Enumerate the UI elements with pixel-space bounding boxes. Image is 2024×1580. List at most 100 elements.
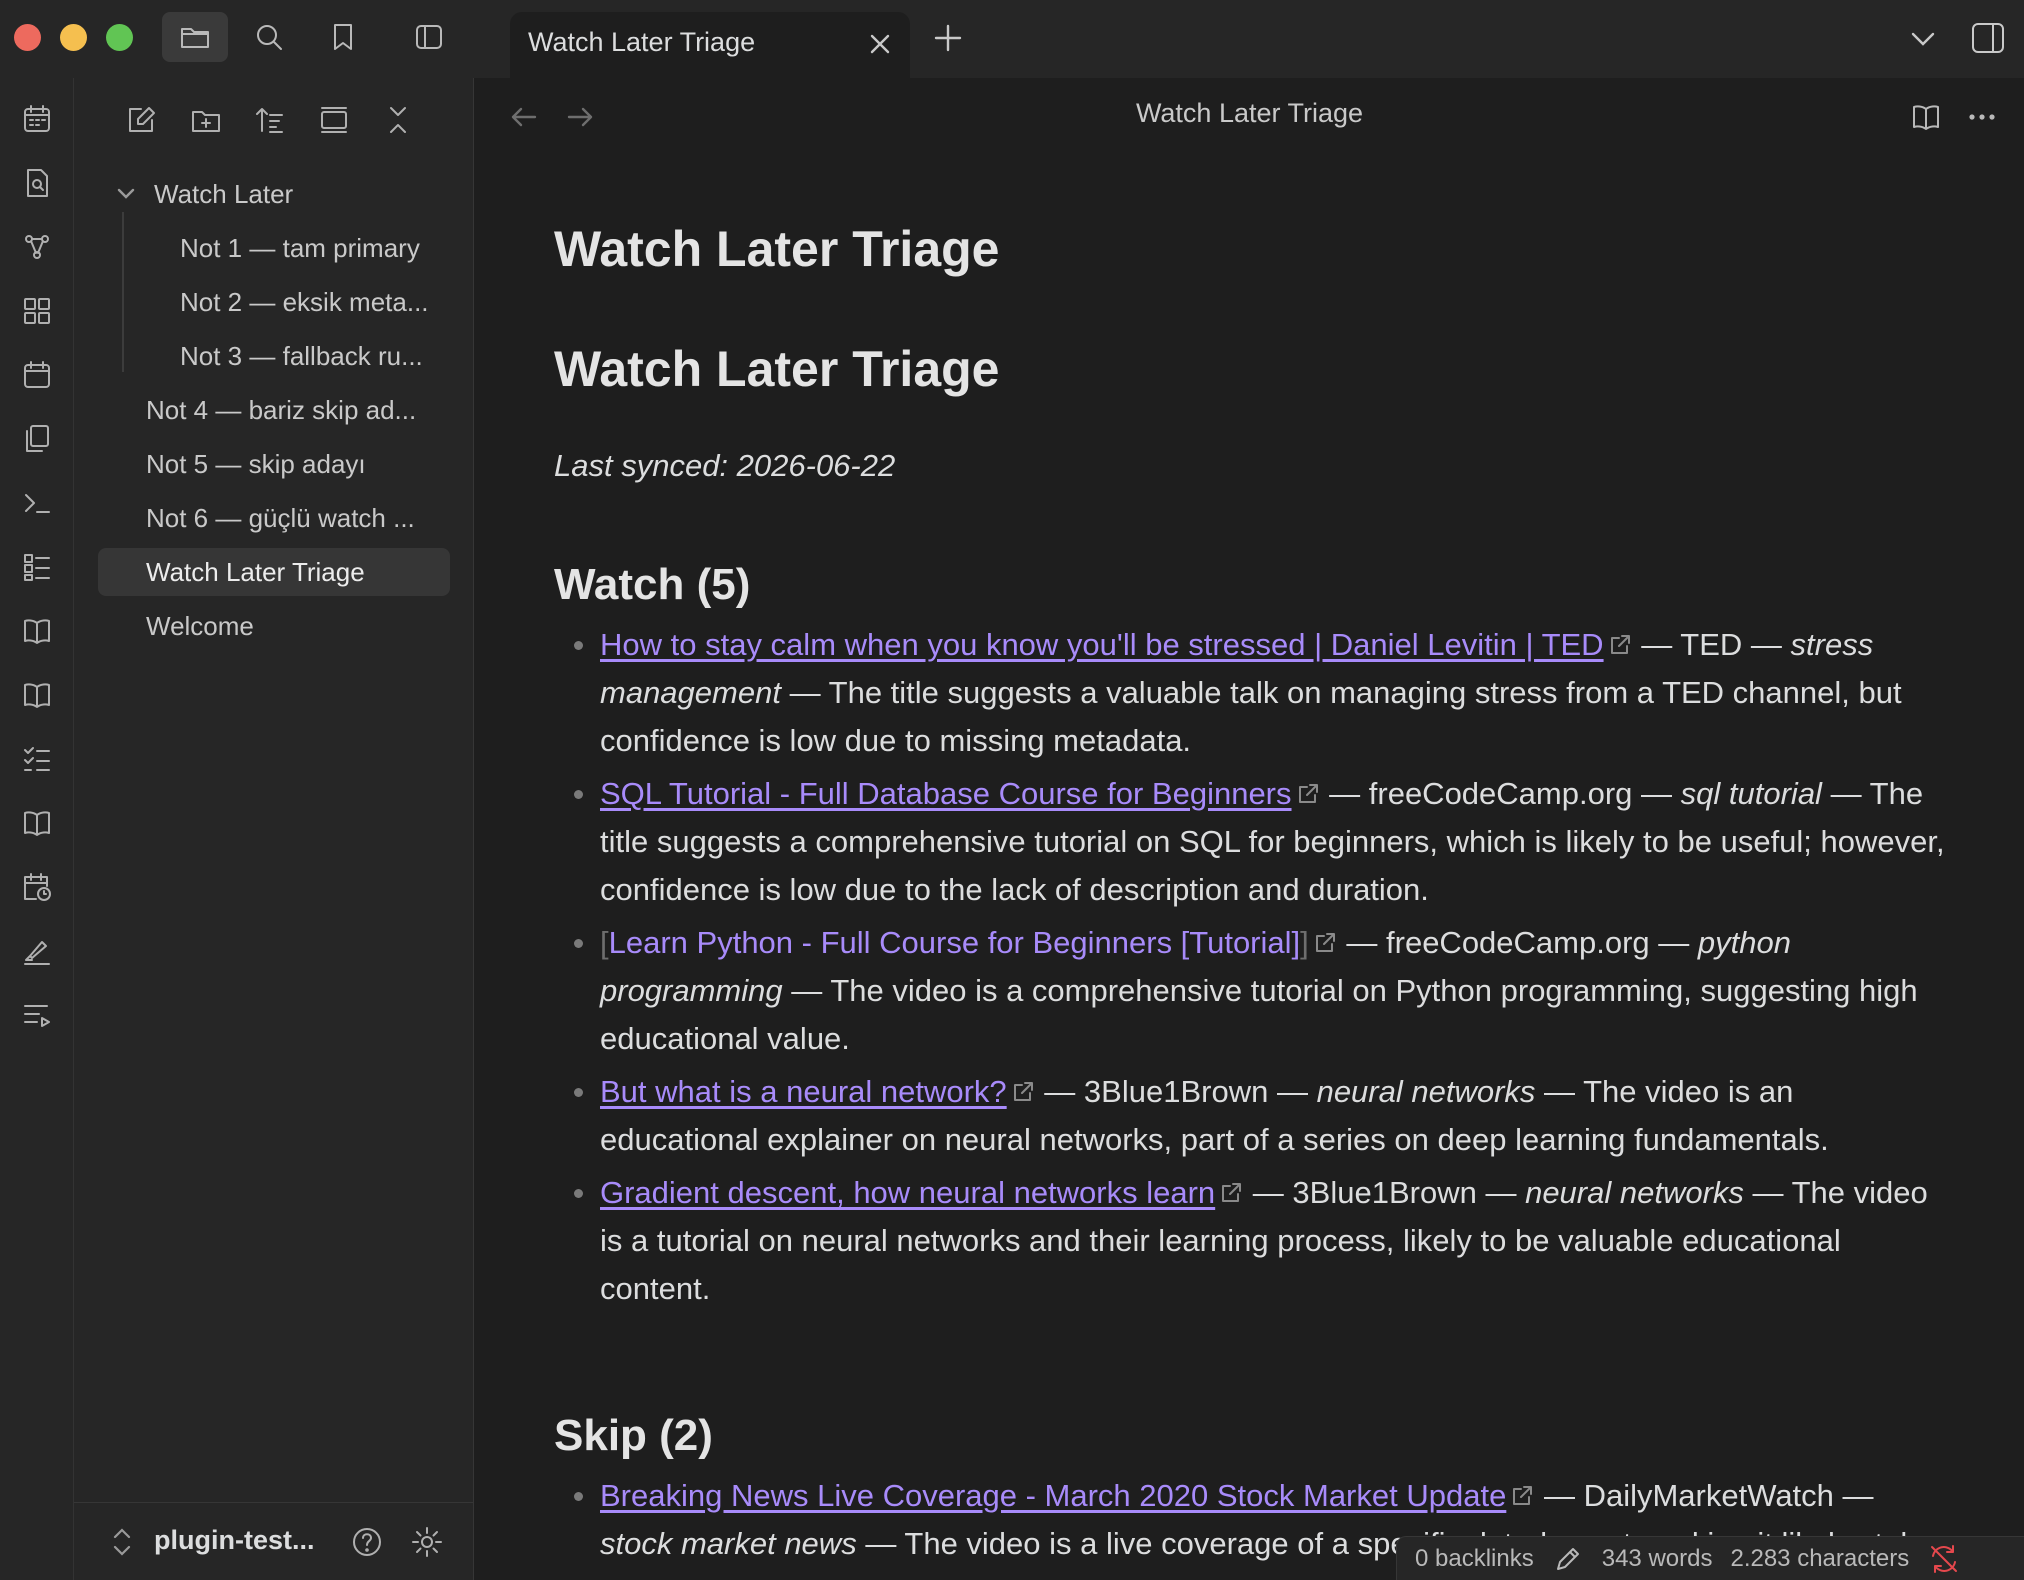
left-sidebar-toggle-icon[interactable] xyxy=(396,12,462,62)
video-link[interactable]: SQL Tutorial - Full Database Course for … xyxy=(600,776,1292,811)
separator: — xyxy=(1044,1074,1076,1109)
calendar-icon[interactable] xyxy=(10,350,64,400)
external-link-icon xyxy=(1010,1071,1036,1101)
tab-list-chevron-icon[interactable] xyxy=(1906,24,1940,54)
tree-item-not-4[interactable]: Not 4 — bariz skip ad... xyxy=(98,386,450,434)
pencil-icon[interactable] xyxy=(1552,1543,1584,1575)
tree-item-label: Watch Later Triage xyxy=(146,556,365,587)
separator: — xyxy=(1750,627,1782,662)
vault-switcher-bar: plugin-test... xyxy=(74,1502,474,1580)
video-link[interactable]: Learn Python - Full Course for Beginners… xyxy=(609,925,1301,960)
note-heading-1: Watch Later Triage xyxy=(554,341,1000,397)
tree-item-label: Not 2 — eksik meta... xyxy=(180,286,429,317)
tree-item-label: Not 3 — fallback ru... xyxy=(180,340,423,371)
separator: — xyxy=(1752,1175,1784,1210)
file-explorer-toolbar xyxy=(120,98,420,148)
command-palette-icon[interactable] xyxy=(10,478,64,528)
tree-item-not-6[interactable]: Not 6 — güçlü watch ... xyxy=(98,494,450,542)
new-tab-icon[interactable] xyxy=(930,20,966,56)
last-synced-text: Last synced: 2026-06-22 xyxy=(554,448,896,483)
outline-list-icon[interactable] xyxy=(10,542,64,592)
video-link[interactable]: How to stay calm when you know you'll be… xyxy=(600,627,1604,662)
more-options-icon[interactable] xyxy=(1961,96,2003,138)
channel-name: freeCodeCamp.org xyxy=(1368,776,1633,811)
folder-watch-later[interactable]: Watch Later xyxy=(98,170,450,218)
separator: — xyxy=(789,675,821,710)
video-link[interactable]: Gradient descent, how neural networks le… xyxy=(600,1175,1215,1210)
bookmark-icon[interactable] xyxy=(310,12,376,62)
view-header-title[interactable]: Watch Later Triage xyxy=(475,98,2024,129)
templates-icon[interactable] xyxy=(10,414,64,464)
external-link-icon xyxy=(1218,1172,1244,1202)
inline-title[interactable]: Watch Later Triage xyxy=(554,214,1954,284)
calendar-clock-icon[interactable] xyxy=(10,862,64,912)
video-link[interactable]: But what is a neural network? xyxy=(600,1074,1007,1109)
graph-view-icon[interactable] xyxy=(10,222,64,272)
highlighter-icon[interactable] xyxy=(10,926,64,976)
watch-section-heading: Watch (5) xyxy=(554,560,751,609)
playlist-icon[interactable] xyxy=(10,990,64,1040)
tree-item-label: Watch Later xyxy=(154,178,294,209)
search-file-icon[interactable] xyxy=(10,158,64,208)
tree-item-not-5[interactable]: Not 5 — skip adayı xyxy=(98,440,450,488)
ribbon xyxy=(0,78,74,1580)
sync-error-icon[interactable] xyxy=(1927,1542,1961,1576)
video-link[interactable]: Breaking News Live Coverage - March 2020… xyxy=(600,1478,1506,1513)
backlinks-count[interactable]: 0 backlinks xyxy=(1415,1545,1534,1573)
character-count: 2.283 characters xyxy=(1730,1544,1910,1572)
tree-item-not-3[interactable]: Not 3 — fallback ru... xyxy=(98,332,450,380)
status-bar: 0 backlinks 343 words 2.283 characters xyxy=(1396,1536,2024,1580)
separator: — xyxy=(1329,776,1361,811)
new-note-icon[interactable] xyxy=(120,98,164,142)
tree-item-not-2[interactable]: Not 2 — eksik meta... xyxy=(98,278,450,326)
task-list-icon[interactable] xyxy=(10,734,64,784)
new-folder-icon[interactable] xyxy=(184,98,228,142)
reading-view-icon[interactable] xyxy=(10,670,64,720)
zoom-window-button[interactable] xyxy=(106,24,133,51)
editor-view: Watch Later Triage Watch Later Triage Wa… xyxy=(475,78,2024,1580)
vault-name[interactable]: plugin-test... xyxy=(154,1525,314,1556)
collapse-all-icon[interactable] xyxy=(376,98,420,142)
external-link-icon xyxy=(1607,624,1633,654)
close-tab-icon[interactable] xyxy=(864,28,896,60)
book-open-icon[interactable] xyxy=(10,606,64,656)
separator: — xyxy=(1830,776,1862,811)
minimize-window-button[interactable] xyxy=(60,24,87,51)
book-icon[interactable] xyxy=(10,798,64,848)
chevron-up-down-icon[interactable] xyxy=(108,1525,136,1559)
chevron-down-icon[interactable] xyxy=(106,178,146,210)
close-window-button[interactable] xyxy=(14,24,41,51)
tree-item-label: Not 1 — tam primary xyxy=(180,232,420,263)
right-sidebar-toggle-icon[interactable] xyxy=(1968,18,2008,58)
reading-mode-icon[interactable] xyxy=(1905,96,1947,138)
separator: — xyxy=(791,973,823,1008)
separator: — xyxy=(1641,776,1673,811)
gear-icon[interactable] xyxy=(406,1521,448,1563)
tree-item-watch-later-triage[interactable]: Watch Later Triage xyxy=(98,548,450,596)
topic: neural networks xyxy=(1316,1074,1536,1109)
sort-order-icon[interactable] xyxy=(248,98,292,142)
external-link-icon xyxy=(1312,922,1338,952)
search-icon[interactable] xyxy=(236,12,302,62)
tab-watch-later-triage[interactable]: Watch Later Triage xyxy=(510,12,910,78)
link-bracket-close: ] xyxy=(1300,925,1309,960)
daily-note-calendar-icon[interactable] xyxy=(10,94,64,144)
help-icon[interactable] xyxy=(346,1521,388,1563)
separator: — xyxy=(1543,1478,1575,1513)
auto-reveal-icon[interactable] xyxy=(312,98,356,142)
word-count: 343 words xyxy=(1601,1544,1713,1572)
topic: neural networks xyxy=(1525,1175,1744,1210)
note-content: Watch Later Triage Watch Later Triage La… xyxy=(554,214,1954,1568)
tree-item-welcome[interactable]: Welcome xyxy=(98,602,450,650)
list-item: Gradient descent, how neural networks le… xyxy=(554,1169,1954,1313)
file-explorer-icon[interactable] xyxy=(162,12,228,62)
link-bracket-open: [ xyxy=(600,925,609,960)
tree-item-label: Not 6 — güçlü watch ... xyxy=(146,502,415,533)
tree-item-label: Not 5 — skip adayı xyxy=(146,448,366,479)
tree-item-not-1[interactable]: Not 1 — tam primary xyxy=(98,224,450,272)
separator: — xyxy=(1252,1175,1284,1210)
external-link-icon xyxy=(1509,1475,1535,1505)
canvas-icon[interactable] xyxy=(10,286,64,336)
channel-name: DailyMarketWatch xyxy=(1583,1478,1834,1513)
channel-name: freeCodeCamp.org xyxy=(1386,925,1650,960)
